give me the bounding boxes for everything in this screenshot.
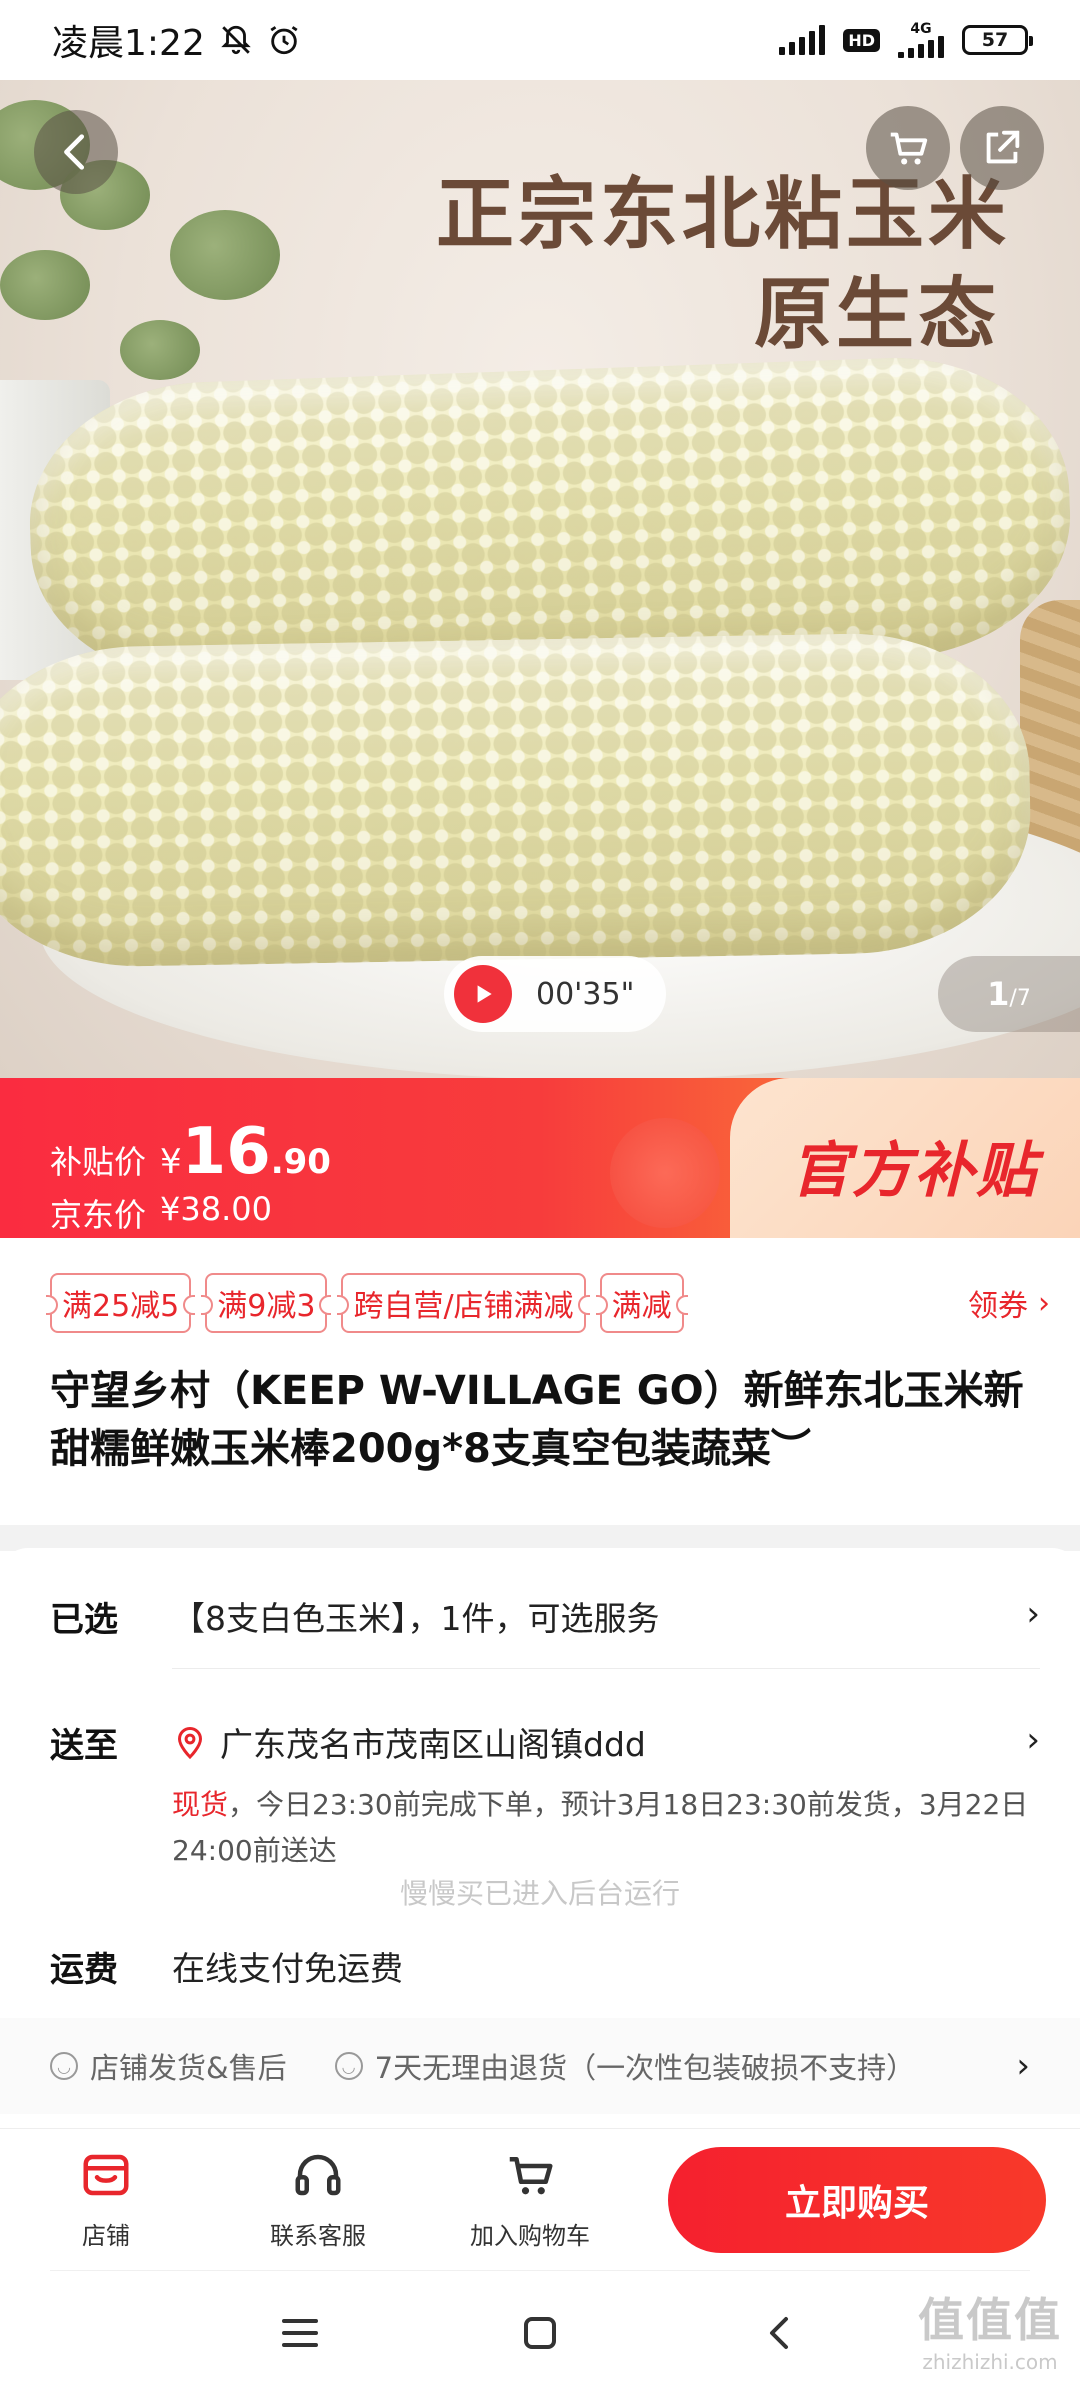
subsidy-price: 补贴价 ¥ 16 .90 [50, 1120, 331, 1184]
check-circle-icon: ◡ [334, 2052, 363, 2080]
delivery-address-wrap: 广东茂名市茂南区山阁镇ddd [172, 1718, 646, 1766]
shop-button[interactable]: 店铺 [0, 2148, 212, 2251]
watermark: 值值值 zhizhizhi.com [918, 2284, 1062, 2374]
subsidy-price-label: 补贴价 [50, 1143, 147, 1181]
delivery-label: 送至 [50, 1726, 118, 1766]
status-right: HD 4G 57 [779, 21, 1033, 58]
add-to-cart-label: 加入购物车 [470, 2222, 590, 2250]
background-toast: 慢慢买已进入后台运行 [399, 1877, 680, 1910]
guarantee-text: 7天无理由退货（一次性包装破损不支持） [374, 2051, 916, 2085]
jd-price: 京东价 ¥38.00 [50, 1190, 272, 1236]
home-square-icon [524, 2317, 556, 2349]
video-play-button[interactable]: 00'35" [444, 956, 666, 1032]
corn-image [25, 351, 1075, 689]
chevron-right-icon: › [1026, 1594, 1040, 1634]
customer-service-label: 联系客服 [270, 2222, 366, 2250]
share-button[interactable] [960, 106, 1044, 190]
delivery-estimate: 现货，今日23:30前完成下单，预计3月18日23:30前发货，3月22日24:… [172, 1782, 1032, 1874]
cart-icon [890, 132, 928, 165]
check-circle-icon: ◡ [50, 2052, 78, 2080]
shipping-label: 运费 [50, 1950, 118, 1990]
product-title: 守望乡村（KEEP W-VILLAGE GO）新鲜东北玉米新甜糯鲜嫩玉米棒200… [50, 1368, 1024, 1472]
leaf-decoration [120, 320, 200, 380]
coupon-row: 满25减5 满9减3 跨自营/店铺满减 满减 领券 › [45, 1273, 1050, 1333]
coupon-tag[interactable]: 满9减3 [201, 1273, 332, 1333]
shop-icon [79, 2148, 133, 2206]
back-button[interactable] [34, 110, 118, 194]
watermark-text: zhizhizhi.com [922, 2350, 1058, 2374]
page-current: 1 [987, 975, 1010, 1013]
delivery-address: 广东茂名市茂南区山阁镇ddd [220, 1725, 646, 1764]
nav-divider [50, 2270, 1030, 2271]
guarantee-text: 店铺发货&售后 [90, 2051, 287, 2085]
corn-image [0, 630, 1033, 970]
back-arrow-icon [770, 2317, 788, 2349]
guarantee-item: ◡ 7天无理由退货（一次性包装破损不支持） [334, 2045, 916, 2087]
network-type: 4G [910, 21, 932, 37]
hd-badge: HD [843, 28, 880, 52]
watermark-logo: 值值值 [918, 2293, 1062, 2347]
get-coupon-button[interactable]: 领券 › [968, 1281, 1050, 1325]
shipping-value: 在线支付免运费 [172, 1949, 403, 1988]
image-page-indicator: 1 /7 [938, 956, 1080, 1032]
menu-button[interactable] [276, 2309, 324, 2361]
alarm-icon [270, 26, 298, 55]
signal-icon [779, 25, 826, 55]
cart-button[interactable] [866, 106, 950, 190]
battery-icon: 57 [962, 25, 1033, 55]
price-decimal: .90 [270, 1142, 331, 1182]
buy-now-button[interactable]: 立即购买 [668, 2147, 1046, 2253]
chevron-right-icon: › [1016, 2046, 1030, 2086]
shop-label: 店铺 [82, 2222, 130, 2250]
status-bar: 凌晨1:22 HD 4G 57 [0, 0, 1080, 80]
image-subheadline: 原生态 [753, 270, 1000, 360]
headset-icon [291, 2148, 345, 2206]
battery-level: 57 [981, 29, 1009, 51]
chevron-left-icon [64, 134, 85, 170]
coupon-tag[interactable]: 满减 [595, 1273, 688, 1333]
price-banner: 补贴价 ¥ 16 .90 京东价 ¥38.00 官方补贴 [0, 1078, 1080, 1238]
video-duration: 00'35" [536, 976, 635, 1012]
menu-icon [282, 2319, 318, 2347]
get-coupon-label: 领券 [968, 1289, 1028, 1324]
chevron-right-icon: › [1038, 1285, 1050, 1321]
jd-price-value: ¥38.00 [160, 1190, 272, 1228]
bottom-action-bar: 店铺 联系客服 加入购物车 立即购买 [0, 2128, 1080, 2270]
add-to-cart-button[interactable]: 加入购物车 [424, 2148, 636, 2251]
coin-bag-icon [610, 1118, 720, 1228]
leaf-decoration [170, 210, 280, 300]
coupon-tag[interactable]: 跨自营/店铺满减 [337, 1273, 590, 1333]
service-guarantee-row[interactable]: ◡ 店铺发货&售后 ◡ 7天无理由退货（一次性包装破损不支持） › [0, 2018, 1080, 2114]
stock-status: 现货 [172, 1788, 229, 1821]
delivery-row[interactable]: 送至 广东茂名市茂南区山阁镇ddd › [50, 1718, 1040, 1767]
system-nav-bar: 值值值 zhizhizhi.com [0, 2270, 1080, 2400]
jd-price-label: 京东价 [50, 1196, 147, 1234]
location-pin-icon [177, 1727, 203, 1760]
status-time: 凌晨1:22 [52, 23, 205, 64]
currency-symbol: ¥ [160, 1142, 182, 1182]
share-icon [986, 130, 1020, 164]
page-total: /7 [1009, 985, 1031, 1011]
coupon-tag[interactable]: 满25减5 [45, 1273, 196, 1333]
product-image-carousel[interactable]: 正宗东北粘玉米 原生态 00'35" 1 /7 [0, 80, 1080, 1078]
delivery-note-text: ，今日23:30前完成下单，预计3月18日23:30前发货，3月22日24:00… [172, 1788, 1029, 1867]
guarantee-item: ◡ 店铺发货&售后 [50, 2045, 287, 2087]
chevron-right-icon: › [1026, 1720, 1040, 1760]
official-subsidy-title: 官方补贴 [790, 1136, 1038, 1206]
selected-label: 已选 [50, 1600, 118, 1640]
shipping-row: 运费 在线支付免运费 [50, 1942, 1040, 1991]
customer-service-button[interactable]: 联系客服 [212, 2148, 424, 2251]
signal-icon-2 [898, 36, 944, 58]
row-divider [172, 1668, 1040, 1669]
price-integer: 16 [181, 1115, 271, 1189]
selected-value: 【8支白色玉米】，1件，可选服务 [172, 1599, 660, 1638]
status-icons [219, 23, 301, 57]
selected-spec-row[interactable]: 已选 【8支白色玉米】，1件，可选服务 › [50, 1592, 1040, 1641]
cart-icon [503, 2148, 557, 2206]
home-button[interactable] [516, 2309, 564, 2361]
back-nav-button[interactable] [756, 2309, 804, 2361]
bell-off-icon [221, 25, 251, 55]
play-icon [454, 965, 512, 1023]
leaf-decoration [0, 250, 90, 320]
